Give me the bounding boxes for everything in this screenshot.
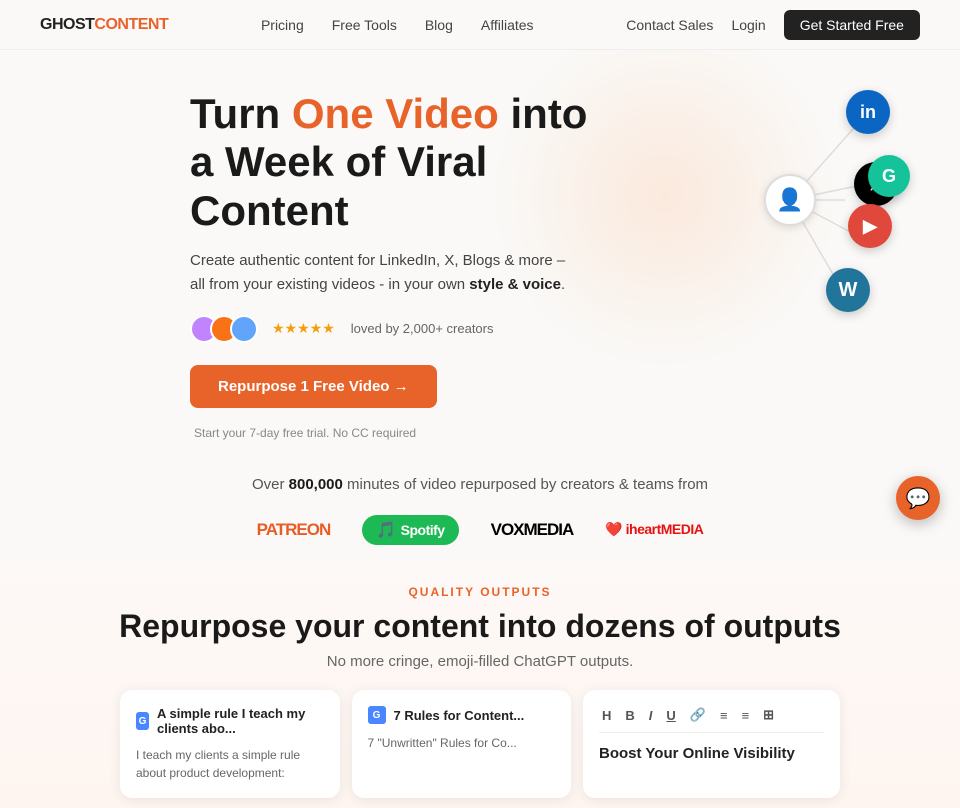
node-grammarly: G: [868, 155, 910, 197]
logo[interactable]: GHOSTCONTENT: [40, 16, 168, 34]
network-graphic: 👤 in 𝕏 G ▶ W: [680, 80, 900, 320]
toolbar-list2[interactable]: ≡: [739, 707, 753, 724]
toolbar-list1[interactable]: ≡: [717, 707, 731, 724]
hero-title-part1: Turn: [190, 90, 292, 137]
avatar-3: [230, 315, 258, 343]
card-1-header: G A simple rule I teach my clients abo..…: [136, 706, 324, 736]
nav-blog[interactable]: Blog: [425, 17, 453, 33]
quality-label: QUALITY OUTPUTS: [40, 585, 920, 599]
card-1-title: A simple rule I teach my clients abo...: [157, 706, 324, 736]
node-buffer: ▶: [848, 204, 892, 248]
editor-title: Boost Your Online Visibility: [599, 745, 824, 762]
spotify-icon: 🎵: [376, 520, 395, 540]
navbar: GHOSTCONTENT Pricing Free Tools Blog Aff…: [0, 0, 960, 50]
doc-icon-1: G: [136, 712, 149, 730]
node-linkedin: in: [846, 90, 890, 134]
nav-links: Pricing Free Tools Blog Affiliates: [261, 17, 534, 33]
avatar-group: [190, 315, 250, 343]
stats-suffix: minutes of video repurposed by creators …: [343, 476, 708, 493]
nav-affiliates[interactable]: Affiliates: [481, 17, 534, 33]
logo-content: CONTENT: [94, 16, 168, 34]
toolbar-i[interactable]: I: [646, 707, 656, 724]
cta-button[interactable]: Repurpose 1 Free Video →: [190, 365, 437, 408]
brand-logos-row: PATREON 🎵 Spotify VOXMEDIA ❤️ iheartMEDI…: [0, 505, 960, 561]
stats-prefix: Over: [252, 476, 289, 493]
hero-title: Turn One Video intoa Week of ViralConten…: [190, 90, 587, 235]
stats-number: 800,000: [289, 476, 343, 493]
brand-voxmedia: VOXMEDIA: [491, 520, 574, 540]
nav-free-tools[interactable]: Free Tools: [332, 17, 397, 33]
card-2-body: 7 "Unwritten" Rules for Co...: [368, 734, 556, 752]
hero-title-highlight: One Video: [292, 90, 499, 137]
hero-description: Create authentic content for LinkedIn, X…: [190, 249, 570, 297]
person-icon: 👤: [776, 187, 803, 213]
card-1-body: I teach my clients a simple rule about p…: [136, 746, 324, 782]
editor-card: H B I U 🔗 ≡ ≡ ⊞ Boost Your Online Visibi…: [583, 690, 840, 798]
chat-button[interactable]: 💬: [896, 476, 940, 520]
stats-bar: Over 800,000 minutes of video repurposed…: [0, 460, 960, 505]
get-started-button[interactable]: Get Started Free: [784, 10, 920, 40]
trial-text: Start your 7-day free trial. No CC requi…: [194, 426, 587, 440]
toolbar-grid[interactable]: ⊞: [760, 706, 777, 724]
hero-section: Turn One Video intoa Week of ViralConten…: [0, 50, 960, 460]
network-nodes: 👤 in 𝕏 G ▶ W: [680, 80, 900, 320]
login-link[interactable]: Login: [731, 17, 765, 33]
card-2-header: G 7 Rules for Content...: [368, 706, 556, 724]
quality-desc: No more cringe, emoji-filled ChatGPT out…: [40, 653, 920, 670]
social-proof: ★★★★★ loved by 2,000+ creators: [190, 315, 587, 343]
quality-section: QUALITY OUTPUTS Repurpose your content i…: [0, 561, 960, 808]
toolbar-b[interactable]: B: [622, 707, 637, 724]
star-rating: ★★★★★: [272, 320, 335, 337]
nav-pricing[interactable]: Pricing: [261, 17, 304, 33]
brand-iheartmedia: ❤️ iheartMEDIA: [605, 521, 703, 538]
nav-right: Contact Sales Login Get Started Free: [626, 10, 920, 40]
doc-icon-2: G: [368, 706, 386, 724]
quality-title: Repurpose your content into dozens of ou…: [40, 607, 920, 645]
toolbar-u[interactable]: U: [663, 707, 678, 724]
output-card-2: G 7 Rules for Content... 7 "Unwritten" R…: [352, 690, 572, 798]
loved-text: loved by 2,000+ creators: [351, 321, 494, 336]
node-wordpress: W: [826, 268, 870, 312]
hero-content: Turn One Video intoa Week of ViralConten…: [190, 90, 587, 440]
toolbar-h[interactable]: H: [599, 707, 614, 724]
editor-toolbar: H B I U 🔗 ≡ ≡ ⊞: [599, 706, 824, 733]
output-card-1: G A simple rule I teach my clients abo..…: [120, 690, 340, 798]
logo-ghost: GHOST: [40, 16, 94, 34]
brand-spotify: 🎵 Spotify: [362, 515, 458, 545]
toolbar-link[interactable]: 🔗: [687, 706, 709, 724]
card-2-title: 7 Rules for Content...: [394, 708, 525, 723]
chat-icon: 💬: [906, 486, 931, 511]
contact-sales-link[interactable]: Contact Sales: [626, 17, 713, 33]
node-person: 👤: [764, 174, 816, 226]
brand-patreon: PATREON: [257, 520, 331, 540]
output-cards: G A simple rule I teach my clients abo..…: [40, 690, 920, 798]
